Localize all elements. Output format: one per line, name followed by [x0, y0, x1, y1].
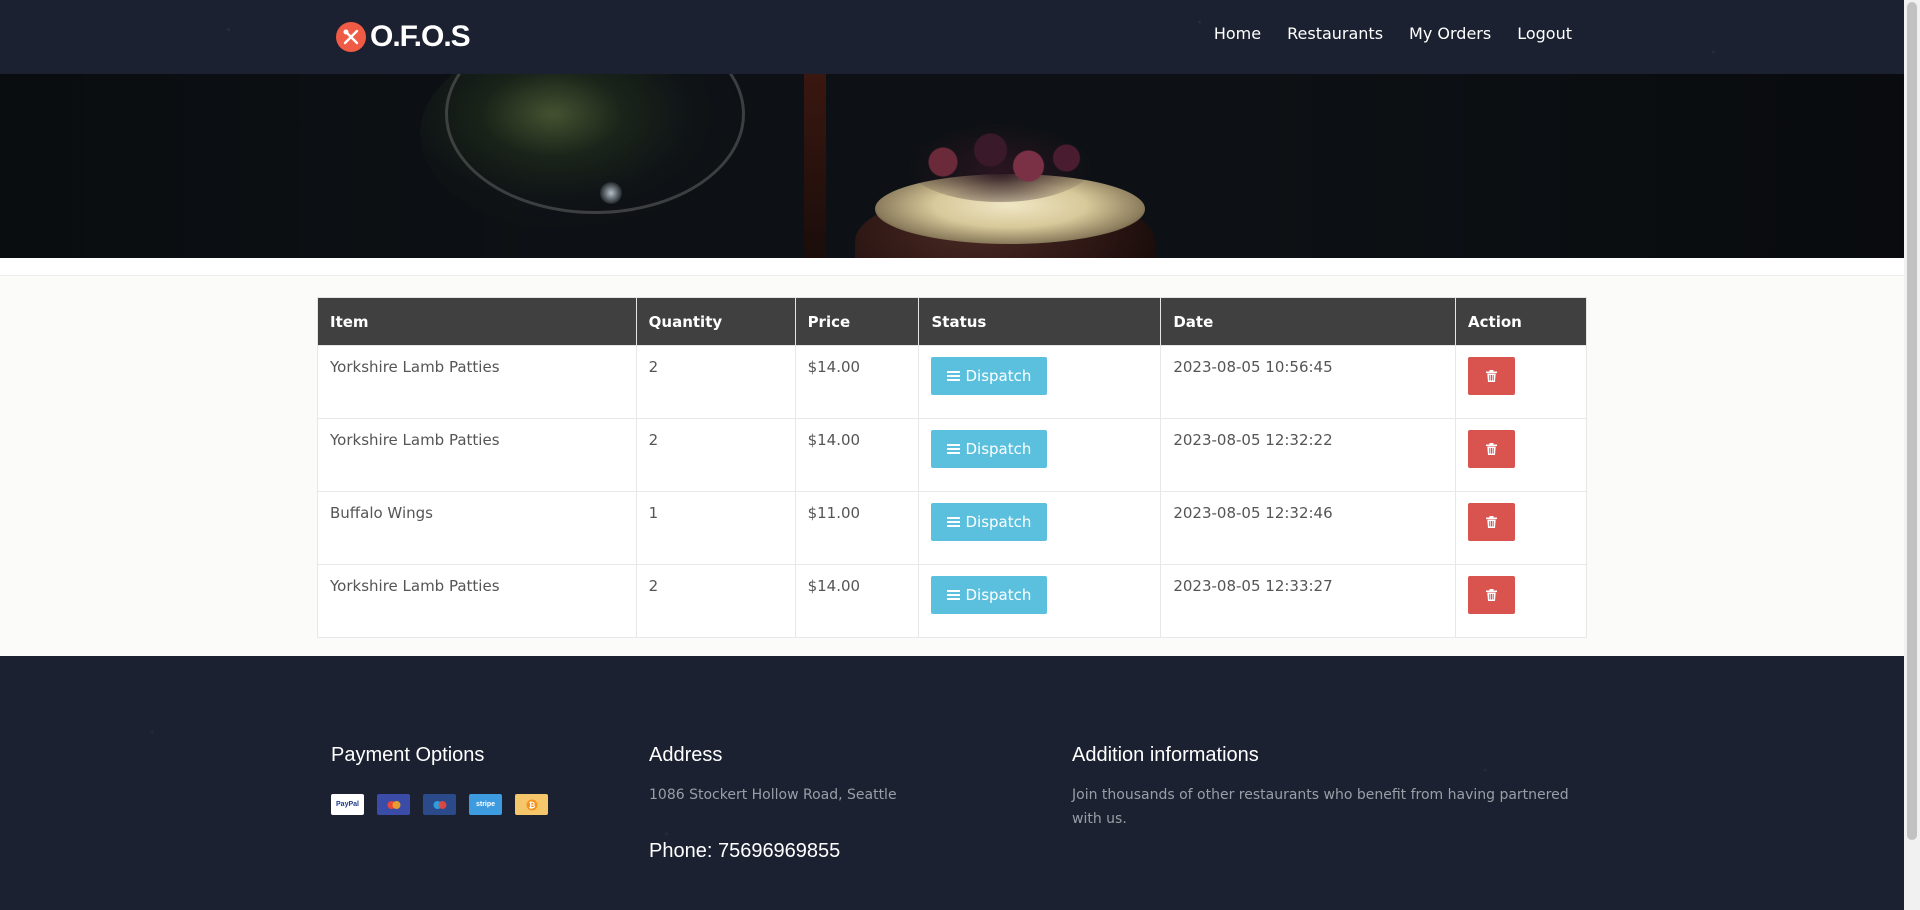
table-row: Buffalo Wings 1 $11.00 Dispatch 2023-08-…: [317, 491, 1587, 565]
column-header-date: Date: [1160, 297, 1457, 346]
table-row: Yorkshire Lamb Patties 2 $14.00 Dispatch…: [317, 418, 1587, 492]
brand-name: O.F.O.S: [370, 20, 471, 53]
column-header-price: Price: [794, 297, 920, 346]
payment-icons: PayPal stripe ₿: [331, 794, 548, 815]
delete-order-button[interactable]: [1468, 430, 1516, 468]
cell-item: Yorkshire Lamb Patties: [317, 345, 637, 419]
nav-logout-link[interactable]: Logout: [1517, 24, 1572, 43]
address-heading: Address: [649, 744, 723, 766]
brand-logo[interactable]: O.F.O.S: [336, 18, 471, 56]
utensils-icon: [336, 22, 366, 52]
dispatch-label: Dispatch: [965, 513, 1032, 531]
column-header-quantity: Quantity: [635, 297, 796, 346]
hero-banner-image: [0, 74, 1904, 258]
trash-icon: [1486, 516, 1498, 528]
cell-quantity: 2: [635, 564, 796, 638]
cell-action: [1455, 345, 1587, 419]
cell-quantity: 1: [635, 491, 796, 565]
additional-info-text: Join thousands of other restaurants who …: [1072, 787, 1569, 827]
nav-my-orders-link[interactable]: My Orders: [1409, 24, 1491, 43]
main-nav: Home Restaurants My Orders Logout: [1214, 24, 1572, 43]
paypal-icon: PayPal: [331, 794, 364, 815]
bars-icon: [947, 443, 961, 455]
cell-status: Dispatch: [918, 491, 1162, 565]
dispatch-label: Dispatch: [965, 440, 1032, 458]
svg-text:₿: ₿: [528, 801, 535, 810]
dispatch-button[interactable]: Dispatch: [931, 576, 1048, 614]
additional-info-heading: Addition informations: [1072, 744, 1259, 766]
cell-action: [1455, 418, 1587, 492]
cell-status: Dispatch: [918, 345, 1162, 419]
nav-restaurants-link[interactable]: Restaurants: [1287, 24, 1383, 43]
cell-price: $11.00: [794, 491, 920, 565]
delete-order-button[interactable]: [1468, 357, 1516, 395]
top-navbar: O.F.O.S Home Restaurants My Orders Logou…: [0, 0, 1904, 74]
table-header-row: Item Quantity Price Status Date Action: [317, 297, 1587, 346]
orders-table: Item Quantity Price Status Date Action Y…: [317, 297, 1587, 638]
stripe-icon: stripe: [469, 794, 502, 815]
cell-quantity: 2: [635, 345, 796, 419]
cell-date: 2023-08-05 12:33:27: [1160, 564, 1457, 638]
bars-icon: [947, 370, 961, 382]
delete-order-button[interactable]: [1468, 503, 1516, 541]
hero-vignette: [0, 74, 1904, 258]
nav-home-link[interactable]: Home: [1214, 24, 1261, 43]
delete-order-button[interactable]: [1468, 576, 1516, 614]
column-header-action: Action: [1455, 297, 1587, 346]
trash-icon: [1486, 370, 1498, 382]
dispatch-button[interactable]: Dispatch: [931, 430, 1048, 468]
scrollbar-thumb[interactable]: [1907, 2, 1917, 840]
cell-quantity: 2: [635, 418, 796, 492]
trash-icon: [1486, 589, 1498, 601]
bitcoin-icon: ₿: [515, 794, 548, 815]
cell-price: $14.00: [794, 564, 920, 638]
table-row: Yorkshire Lamb Patties 2 $14.00 Dispatch…: [317, 345, 1587, 419]
trash-icon: [1486, 443, 1498, 455]
payment-options-heading: Payment Options: [331, 744, 485, 766]
cell-date: 2023-08-05 10:56:45: [1160, 345, 1457, 419]
page-scrollbar[interactable]: [1904, 0, 1920, 910]
cell-status: Dispatch: [918, 564, 1162, 638]
cell-action: [1455, 491, 1587, 565]
cell-action: [1455, 564, 1587, 638]
page: O.F.O.S Home Restaurants My Orders Logou…: [0, 0, 1904, 910]
mastercard-icon: [377, 794, 410, 815]
cell-item: Yorkshire Lamb Patties: [317, 564, 637, 638]
cell-price: $14.00: [794, 345, 920, 419]
cell-date: 2023-08-05 12:32:22: [1160, 418, 1457, 492]
address-text: 1086 Stockert Hollow Road, Seattle: [649, 787, 897, 803]
cell-price: $14.00: [794, 418, 920, 492]
dispatch-label: Dispatch: [965, 367, 1032, 385]
section-divider: [0, 258, 1904, 276]
cell-item: Buffalo Wings: [317, 491, 637, 565]
dispatch-button[interactable]: Dispatch: [931, 503, 1048, 541]
cell-item: Yorkshire Lamb Patties: [317, 418, 637, 492]
table-row: Yorkshire Lamb Patties 2 $14.00 Dispatch…: [317, 564, 1587, 638]
column-header-status: Status: [918, 297, 1162, 346]
site-footer: Payment Options PayPal stripe ₿ Address …: [0, 656, 1904, 910]
bars-icon: [947, 516, 961, 528]
dispatch-label: Dispatch: [965, 586, 1032, 604]
maestro-icon: [423, 794, 456, 815]
cell-date: 2023-08-05 12:32:46: [1160, 491, 1457, 565]
cell-status: Dispatch: [918, 418, 1162, 492]
phone-text: Phone: 75696969855: [649, 840, 841, 862]
bars-icon: [947, 589, 961, 601]
column-header-item: Item: [317, 297, 637, 346]
dispatch-button[interactable]: Dispatch: [931, 357, 1048, 395]
